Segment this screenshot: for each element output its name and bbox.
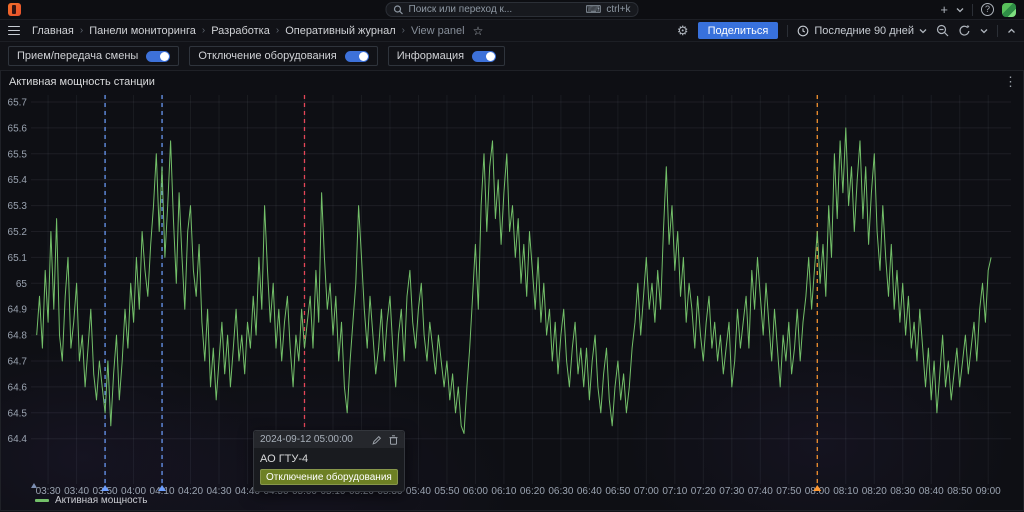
annotation-tooltip-header: 2024-09-12 05:00:00 bbox=[254, 431, 404, 448]
edit-icon[interactable] bbox=[372, 435, 382, 445]
y-tick-label: 64.6 bbox=[8, 382, 28, 393]
menu-icon[interactable] bbox=[8, 26, 20, 36]
y-tick-label: 65.1 bbox=[8, 253, 28, 264]
grafana-logo[interactable] bbox=[8, 3, 21, 16]
nav-bar: Главная › Панели мониторинга › Разработка › Оп… bbox=[0, 20, 1024, 42]
search-shortcut: ctrl+k bbox=[606, 4, 630, 15]
y-tick-label: 64.5 bbox=[8, 408, 28, 419]
breadcrumb-item[interactable]: Панели мониторинга bbox=[89, 25, 196, 37]
y-tick-label: 65.2 bbox=[8, 227, 28, 238]
refresh-chevron-down-icon[interactable] bbox=[980, 28, 988, 34]
y-tick-label: 64.4 bbox=[8, 434, 28, 445]
annotation-toggle-group: Информация bbox=[388, 46, 505, 66]
gear-icon[interactable]: ⚙ bbox=[677, 23, 689, 39]
refresh-icon[interactable] bbox=[958, 24, 971, 37]
share-button[interactable]: Поделиться bbox=[698, 22, 779, 39]
breadcrumb: Главная › Панели мониторинга › Разработка › Оп… bbox=[32, 25, 465, 37]
y-tick-label: 65.7 bbox=[8, 98, 28, 109]
annotation-name: АО ГТУ-4 bbox=[260, 453, 398, 465]
x-tick-label: 05:50 bbox=[434, 486, 459, 497]
series-line bbox=[37, 128, 991, 434]
breadcrumb-separator: › bbox=[276, 25, 279, 36]
toggle-label: Отключение оборудования bbox=[198, 50, 336, 62]
clock-icon bbox=[797, 25, 809, 37]
chevron-up-icon[interactable] bbox=[1007, 28, 1016, 34]
legend[interactable]: Активная мощность bbox=[35, 495, 147, 506]
breadcrumb-item[interactable]: View panel bbox=[411, 25, 465, 37]
time-range-label: Последние 90 дней bbox=[814, 25, 914, 37]
x-tick-label: 07:00 bbox=[634, 486, 659, 497]
toggle-label: Информация bbox=[397, 50, 464, 62]
x-tick-label: 04:20 bbox=[178, 486, 203, 497]
x-tick-label: 06:00 bbox=[463, 486, 488, 497]
annotation-toggle-group: Прием/передача смены bbox=[8, 46, 179, 66]
x-tick-label: 08:10 bbox=[833, 486, 858, 497]
x-tick-label: 09:00 bbox=[976, 486, 1001, 497]
y-tick-label: 65 bbox=[16, 279, 28, 290]
delete-icon[interactable] bbox=[389, 435, 398, 445]
divider bbox=[997, 25, 998, 37]
annotation-toggles-toolbar: Прием/передача смены Отключение оборудова… bbox=[0, 42, 1024, 70]
search-icon bbox=[394, 5, 404, 15]
x-tick-label: 06:40 bbox=[577, 486, 602, 497]
breadcrumb-item[interactable]: Оперативный журнал bbox=[285, 25, 395, 37]
keyboard-icon: ⌨ bbox=[585, 3, 601, 16]
y-tick-label: 65.6 bbox=[8, 123, 28, 134]
user-avatar[interactable] bbox=[1002, 3, 1016, 17]
x-tick-label: 07:30 bbox=[719, 486, 744, 497]
y-tick-label: 64.7 bbox=[8, 357, 28, 368]
x-tick-label: 06:20 bbox=[520, 486, 545, 497]
annotation-timestamp: 2024-09-12 05:00:00 bbox=[260, 434, 353, 445]
x-tick-label: 07:10 bbox=[662, 486, 687, 497]
breadcrumb-separator: › bbox=[202, 25, 205, 36]
y-tick-label: 65.5 bbox=[8, 149, 28, 160]
y-tick-label: 65.4 bbox=[8, 175, 28, 186]
toggle-label: Прием/передача смены bbox=[17, 50, 138, 62]
toggle-switch[interactable] bbox=[472, 51, 496, 62]
x-tick-label: 08:40 bbox=[919, 486, 944, 497]
x-tick-label: 08:50 bbox=[947, 486, 972, 497]
annotation-tooltip-body: АО ГТУ-4 Отключение оборудования bbox=[254, 448, 404, 491]
toggle-switch[interactable] bbox=[345, 51, 369, 62]
breadcrumb-separator: › bbox=[402, 25, 405, 36]
toggle-switch[interactable] bbox=[146, 51, 170, 62]
x-tick-label: 07:50 bbox=[776, 486, 801, 497]
annotation-toggle-group: Отключение оборудования bbox=[189, 46, 377, 66]
x-tick-label: 06:50 bbox=[605, 486, 630, 497]
y-tick-label: 65.3 bbox=[8, 201, 28, 212]
legend-swatch bbox=[35, 499, 49, 502]
breadcrumb-item[interactable]: Разработка bbox=[211, 25, 270, 37]
top-nav-bar: Поиск или переход к... ⌨ ctrl+k + ? bbox=[0, 0, 1024, 20]
breadcrumb-separator: › bbox=[80, 25, 83, 36]
search-placeholder: Поиск или переход к... bbox=[409, 4, 513, 15]
time-range-picker[interactable]: Последние 90 дней bbox=[797, 25, 927, 37]
legend-label: Активная мощность bbox=[55, 495, 147, 506]
zoom-out-icon[interactable] bbox=[936, 24, 949, 37]
help-icon[interactable]: ? bbox=[981, 3, 994, 16]
annotation-tag[interactable]: Отключение оборудования bbox=[260, 469, 398, 485]
x-tick-label: 04:30 bbox=[207, 486, 232, 497]
chevron-down-icon bbox=[919, 28, 927, 34]
star-icon[interactable]: ☆ bbox=[473, 24, 484, 38]
divider bbox=[972, 4, 973, 16]
x-tick-label: 08:30 bbox=[890, 486, 915, 497]
add-icon[interactable]: + bbox=[940, 2, 948, 17]
x-tick-label: 06:30 bbox=[548, 486, 573, 497]
add-chevron-down-icon[interactable] bbox=[956, 7, 964, 13]
x-tick-label: 08:20 bbox=[862, 486, 887, 497]
search-input[interactable]: Поиск или переход к... ⌨ ctrl+k bbox=[386, 2, 639, 17]
annotation-tooltip: 2024-09-12 05:00:00 АО ГТУ-4 Отключение … bbox=[253, 430, 405, 492]
x-tick-label: 07:20 bbox=[691, 486, 716, 497]
y-tick-label: 64.9 bbox=[8, 305, 28, 316]
y-tick-label: 64.8 bbox=[8, 331, 28, 342]
timeseries-chart[interactable]: 65.7 65.6 65.5 65.4 65.3 65.2 65.1 65 64.9 64.8 64… bbox=[1, 71, 1024, 512]
x-tick-label: 06:10 bbox=[491, 486, 516, 497]
x-tick-label: 07:40 bbox=[748, 486, 773, 497]
x-tick-label: 05:40 bbox=[406, 486, 431, 497]
chart-panel: Активная мощность станции ⋮ 65.765.665.5… bbox=[0, 70, 1024, 511]
breadcrumb-item[interactable]: Главная bbox=[32, 25, 74, 37]
divider bbox=[787, 25, 788, 37]
